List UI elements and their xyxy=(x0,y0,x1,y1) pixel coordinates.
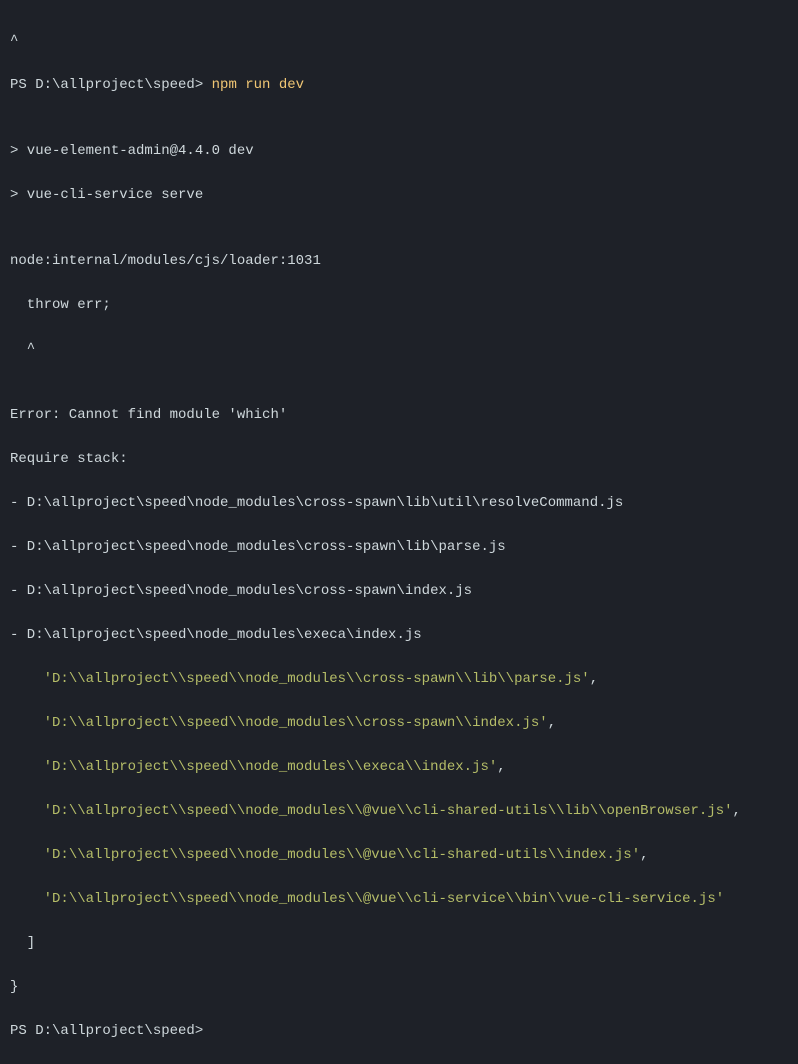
path-string: 'D:\\allproject\\speed\\node_modules\\ex… xyxy=(44,759,498,775)
prompt-line-2: PS D:\allproject\speed> xyxy=(10,1020,788,1042)
run-output-1: > vue-element-admin@4.4.0 dev xyxy=(10,140,788,162)
terminal-output[interactable]: ^ PS D:\allproject\speed> npm run dev > … xyxy=(10,8,788,1064)
loader-line-2: throw err; xyxy=(10,294,788,316)
stack-line-3: - D:\allproject\speed\node_modules\cross… xyxy=(10,580,788,602)
path-string: 'D:\\allproject\\speed\\node_modules\\cr… xyxy=(44,671,590,687)
prompt-line-1: PS D:\allproject\speed> npm run dev xyxy=(10,74,788,96)
loader-line-1: node:internal/modules/cjs/loader:1031 xyxy=(10,250,788,272)
close-brace: } xyxy=(10,976,788,998)
run-output-2: > vue-cli-service serve xyxy=(10,184,788,206)
path-string: 'D:\\allproject\\speed\\node_modules\\@v… xyxy=(44,803,733,819)
loader-line-3: ^ xyxy=(10,338,788,360)
stack-line-4: - D:\allproject\speed\node_modules\execa… xyxy=(10,624,788,646)
error-line-1: Error: Cannot find module 'which' xyxy=(10,404,788,426)
path-line-2: 'D:\\allproject\\speed\\node_modules\\cr… xyxy=(10,712,788,734)
error-line-2: Require stack: xyxy=(10,448,788,470)
path-string: 'D:\\allproject\\speed\\node_modules\\@v… xyxy=(44,891,725,907)
path-string: 'D:\\allproject\\speed\\node_modules\\cr… xyxy=(44,715,548,731)
path-line-6: 'D:\\allproject\\speed\\node_modules\\@v… xyxy=(10,888,788,910)
path-line-3: 'D:\\allproject\\speed\\node_modules\\ex… xyxy=(10,756,788,778)
path-line-1: 'D:\\allproject\\speed\\node_modules\\cr… xyxy=(10,668,788,690)
stack-line-2: - D:\allproject\speed\node_modules\cross… xyxy=(10,536,788,558)
close-bracket: ] xyxy=(10,932,788,954)
caret-line: ^ xyxy=(10,30,788,52)
command-text: npm run dev xyxy=(212,77,304,93)
stack-line-1: - D:\allproject\speed\node_modules\cross… xyxy=(10,492,788,514)
path-line-5: 'D:\\allproject\\speed\\node_modules\\@v… xyxy=(10,844,788,866)
path-line-4: 'D:\\allproject\\speed\\node_modules\\@v… xyxy=(10,800,788,822)
prompt-path: PS D:\allproject\speed> xyxy=(10,77,212,93)
prompt-path: PS D:\allproject\speed> xyxy=(10,1023,203,1039)
path-string: 'D:\\allproject\\speed\\node_modules\\@v… xyxy=(44,847,641,863)
